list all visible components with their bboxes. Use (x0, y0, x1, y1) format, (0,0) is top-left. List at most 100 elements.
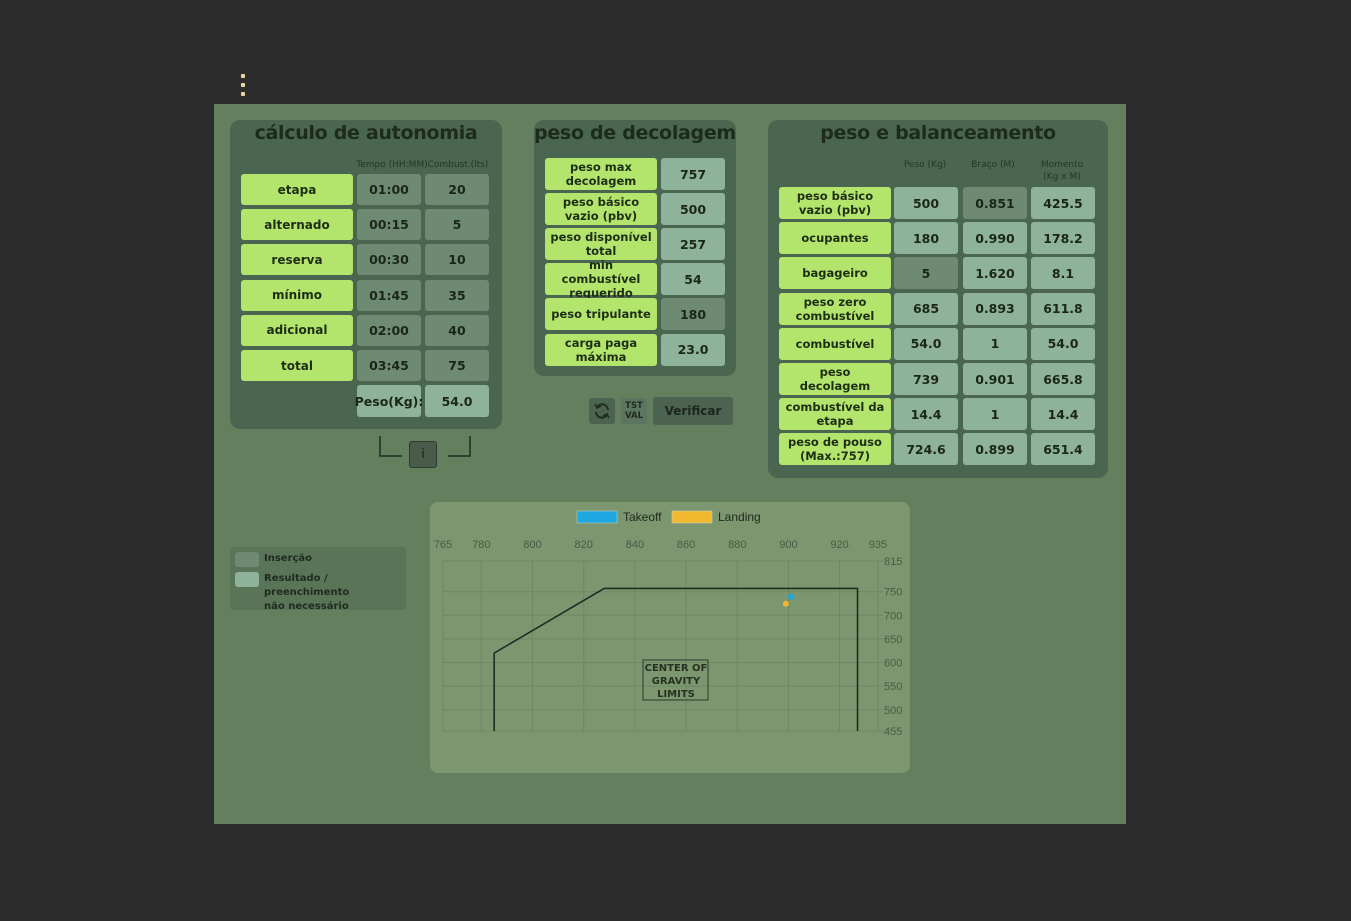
result-label: Resultado / preenchimento não necessário (264, 572, 406, 614)
braco-value: 1 (963, 398, 1027, 431)
momento-value: 425.5 (1031, 187, 1095, 219)
x-tick-label: 800 (523, 539, 541, 551)
y-tick-label: 700 (884, 610, 902, 622)
braco-value: 0.990 (963, 222, 1027, 255)
verify-button[interactable]: Verificar (653, 397, 733, 425)
y-tick-label: 455 (884, 726, 902, 738)
braco-value: 1 (963, 327, 1027, 360)
info-icon: i (421, 447, 425, 462)
combust-input[interactable]: 20 (425, 174, 489, 205)
legend-swatch-landing (671, 510, 713, 524)
braco-value: 0.901 (963, 363, 1027, 395)
x-tick-label: 780 (472, 539, 490, 551)
annotation-text: CENTER OF (645, 663, 708, 674)
combust-input[interactable]: 75 (425, 350, 489, 381)
legend-label-takeoff: Takeoff (623, 510, 662, 524)
braco-value: 0.899 (963, 433, 1027, 466)
decolagem-row-label: peso básico vazio (pbv) (545, 193, 657, 226)
result-label-line1: Resultado / preenchimento (264, 573, 350, 598)
legend-swatch-takeoff (576, 510, 618, 524)
tempo-input[interactable]: 00:30 (357, 244, 421, 276)
legend-label-landing: Landing (718, 510, 761, 524)
refresh-button[interactable] (589, 398, 615, 424)
balanceamento-title: peso e balanceamento (820, 122, 1056, 144)
point-landing (782, 600, 789, 607)
x-tick-label: 880 (728, 539, 746, 551)
autonomia-row-label: alternado (241, 209, 353, 241)
refresh-icon (594, 403, 610, 419)
peso-header: Peso (Kg) (903, 160, 947, 170)
momento-header-line2: (Kg x M) (1043, 172, 1081, 182)
balance-row-label: peso decolagem (779, 363, 891, 395)
decolagem-value: 257 (661, 228, 725, 261)
x-tick-label: 900 (779, 539, 797, 551)
autonomia-title: cálculo de autonomia (254, 122, 478, 144)
peso-kg-label: Peso(Kg): (355, 385, 423, 417)
x-tick-label: 860 (677, 539, 695, 551)
autonomia-row-label: mínimo (241, 279, 353, 311)
val-label: VAL (625, 411, 643, 421)
tempo-input[interactable]: 00:15 (357, 209, 421, 241)
autonomia-row-label: adicional (241, 314, 353, 346)
braco-value[interactable]: 0.851 (963, 187, 1027, 219)
decolagem-value: 54 (661, 263, 725, 296)
decolagem-value[interactable]: 180 (661, 298, 725, 331)
peso-value: 724.6 (894, 433, 958, 466)
x-tick-label: 920 (830, 539, 848, 551)
y-tick-label: 600 (884, 658, 902, 670)
combust-input[interactable]: 40 (425, 314, 489, 346)
plot-area (442, 560, 879, 732)
balance-row-label: peso básico vazio (pbv) (779, 187, 891, 219)
decolagem-value: 500 (661, 193, 725, 226)
tst-label: TST (625, 401, 643, 411)
combust-header: Combust.(lts) (427, 160, 489, 170)
decolagem-value: 757 (661, 158, 725, 190)
color-legend-box: Inserção Resultado / preenchimento não n… (230, 547, 406, 612)
cg-chart: 765 780 800 820 840 860 880 900 920 935 455 500 550 6… (434, 510, 903, 738)
momento-value: 651.4 (1031, 433, 1095, 466)
balance-row-label: peso zero combustível (779, 292, 891, 325)
decolagem-row-label: min combustível requerido (545, 258, 657, 300)
info-button[interactable]: i (409, 441, 437, 468)
braco-value: 0.893 (963, 292, 1027, 325)
peso-value: 180 (894, 222, 958, 255)
menu-dots-icon[interactable] (241, 74, 247, 101)
decolagem-value: 23.0 (661, 333, 725, 366)
peso-value: 54.0 (894, 327, 958, 360)
insertion-label: Inserção (264, 553, 313, 564)
balance-row-label: combustível (779, 327, 891, 360)
annotation-text: GRAVITY (652, 676, 701, 687)
tempo-header: Tempo (HH:MM) (356, 160, 428, 170)
annotation-text: LIMITS (657, 689, 695, 700)
y-tick-label: 500 (884, 705, 902, 717)
combust-input[interactable]: 10 (425, 244, 489, 276)
braco-value: 1.620 (963, 257, 1027, 290)
peso-value: 685 (894, 292, 958, 325)
peso-value: 500 (894, 187, 958, 219)
balance-row-label: bagageiro (779, 257, 891, 290)
tempo-input[interactable]: 01:00 (357, 174, 421, 205)
balance-row-label: combustível da etapa (779, 398, 891, 431)
combust-input[interactable]: 35 (425, 279, 489, 311)
combust-input[interactable]: 5 (425, 209, 489, 241)
x-tick-label: 765 (434, 539, 452, 551)
decolagem-row-label: peso max decolagem (545, 158, 657, 190)
braco-header: Braço (M) (971, 160, 1015, 170)
momento-value: 611.8 (1031, 292, 1095, 325)
insertion-swatch (235, 552, 259, 567)
tempo-input[interactable]: 03:45 (357, 350, 421, 381)
momento-value: 14.4 (1031, 398, 1095, 431)
peso-value: 14.4 (894, 398, 958, 431)
result-swatch (235, 572, 259, 587)
cg-chart-container: 765 780 800 820 840 860 880 900 920 935 455 500 550 6… (430, 502, 910, 773)
balance-row-label: ocupantes (779, 222, 891, 255)
decolagem-row-label: peso tripulante (545, 298, 657, 331)
y-tick-label: 750 (884, 587, 902, 599)
tst-val-button[interactable]: TST VAL (621, 398, 647, 424)
y-tick-label: 650 (884, 634, 902, 646)
tempo-input[interactable]: 02:00 (357, 314, 421, 346)
y-tick-label: 815 (884, 556, 902, 568)
tempo-input[interactable]: 01:45 (357, 279, 421, 311)
decolagem-title: peso de decolagem (534, 122, 736, 144)
peso-value[interactable]: 5 (894, 257, 958, 290)
